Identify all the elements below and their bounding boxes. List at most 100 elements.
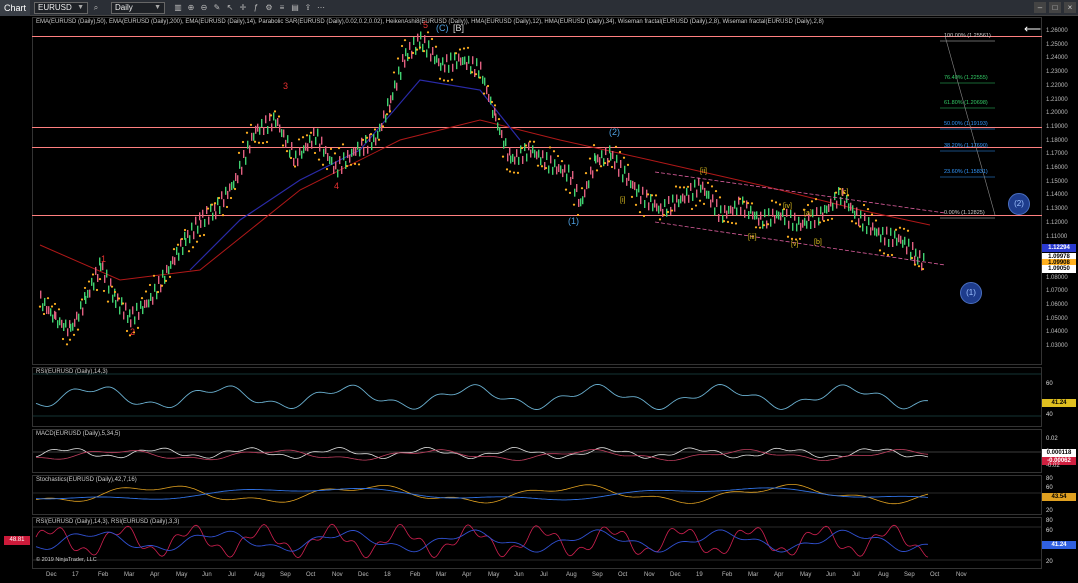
candle <box>804 217 806 226</box>
sar-dot <box>191 246 195 249</box>
sar-dot <box>195 240 199 243</box>
candle <box>80 301 82 310</box>
time-axis[interactable]: Dec 17 Feb Mar Apr May Jun Jul Aug Sep Oct Nov Dec 18… <box>32 570 1042 583</box>
candle <box>464 56 466 65</box>
stoch-axis-80: 80 <box>1046 476 1053 482</box>
candle <box>618 168 620 177</box>
candle <box>814 219 816 228</box>
sar-dot <box>180 237 184 241</box>
candle <box>317 128 319 137</box>
sar-dot <box>65 343 69 346</box>
candle <box>554 159 556 168</box>
candle <box>516 149 518 158</box>
fib-level-label: 38.20% (1.17690) <box>944 143 988 149</box>
sar-dot <box>726 220 730 223</box>
candle <box>303 145 305 154</box>
candle <box>411 50 413 59</box>
candle <box>676 194 678 203</box>
candle <box>174 257 176 266</box>
candle <box>341 165 343 174</box>
candle <box>712 194 714 203</box>
candle <box>706 190 708 199</box>
candle <box>546 152 548 161</box>
candle <box>311 140 313 149</box>
candle <box>355 147 357 156</box>
fib-level-label: 50.00% (1.19193) <box>944 121 988 127</box>
arrow-left-icon[interactable]: ⟵ <box>1024 22 1041 36</box>
candle <box>204 218 206 227</box>
time-axis-label: Aug <box>254 572 265 578</box>
price-axis-label: 1.04000 <box>1046 329 1068 336</box>
sar-dot <box>710 185 714 188</box>
candle <box>57 320 59 329</box>
time-axis-label: Mar <box>124 572 135 578</box>
candle <box>363 147 365 156</box>
candle <box>482 75 484 84</box>
candle <box>605 147 607 156</box>
sar-dot <box>446 79 450 82</box>
time-axis-label: Mar <box>436 572 447 578</box>
candle <box>644 199 646 208</box>
candle <box>227 190 229 199</box>
sar-dot <box>532 140 536 143</box>
wave-label: 2 <box>130 327 136 337</box>
sar-dot <box>210 203 214 206</box>
sar-dot <box>698 199 702 202</box>
candle <box>680 195 682 204</box>
sar-dot <box>694 204 698 207</box>
candle <box>900 235 902 244</box>
sar-dot <box>798 237 802 240</box>
sar-dot <box>674 185 678 188</box>
candle <box>67 328 69 337</box>
candle <box>223 199 225 208</box>
sar-dot <box>894 228 898 231</box>
sar-dot <box>53 302 57 306</box>
candle <box>319 143 321 152</box>
candle <box>345 160 347 169</box>
time-axis-label: Dec <box>670 572 681 578</box>
sar-dot <box>113 290 117 294</box>
candle <box>614 161 616 170</box>
sar-dot <box>269 114 273 117</box>
candle <box>428 40 430 49</box>
rsi2-left-badge: 48.81 <box>4 536 30 545</box>
price-axis-label: 1.06000 <box>1046 302 1068 308</box>
sar-dot <box>890 253 894 257</box>
candle <box>534 149 536 158</box>
price-axis-label: 1.13000 <box>1046 206 1068 213</box>
price-axis[interactable]: 1.26000 1.25000 1.24000 1.23000 1.22000 1.210… <box>1042 17 1078 365</box>
sar-dot <box>536 164 540 167</box>
sar-dot <box>714 189 718 193</box>
time-axis-label: 18 <box>384 572 391 578</box>
candle <box>152 296 154 305</box>
sar-dot <box>734 222 738 225</box>
candle <box>343 152 345 161</box>
candle <box>780 212 782 221</box>
sar-dot <box>790 237 794 240</box>
price-axis-label: 1.24000 <box>1046 55 1068 62</box>
candle <box>708 190 710 199</box>
sar-dot <box>520 146 524 150</box>
candle <box>48 306 50 315</box>
sar-dot <box>102 289 106 293</box>
candle <box>452 63 454 72</box>
candle <box>237 175 239 184</box>
candle <box>688 194 690 203</box>
candle <box>656 203 658 212</box>
time-axis-label: Aug <box>878 572 889 578</box>
sar-dot <box>528 140 532 143</box>
price-axis-label: 1.12000 <box>1046 219 1068 226</box>
candle <box>668 196 670 205</box>
candle <box>189 235 191 244</box>
candle <box>466 61 468 70</box>
candle <box>748 211 750 220</box>
candle <box>259 126 261 135</box>
candle <box>359 148 361 157</box>
sar-dot <box>418 46 422 49</box>
sar-dot <box>670 209 674 212</box>
candle <box>450 52 452 61</box>
candle <box>279 124 281 133</box>
candle <box>438 58 440 67</box>
candle <box>603 158 605 167</box>
candle <box>788 220 790 229</box>
